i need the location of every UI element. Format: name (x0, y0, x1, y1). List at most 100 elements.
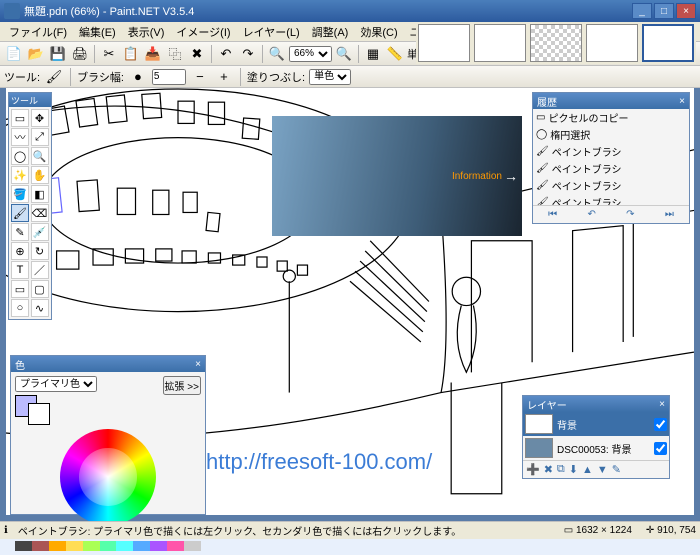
menu-effect[interactable]: 効果(C) (355, 22, 402, 42)
delete-layer-icon[interactable]: ✖ (544, 463, 553, 476)
menu-layer[interactable]: レイヤー(L) (238, 22, 305, 42)
colors-more-button[interactable]: 拡張 >> (163, 376, 201, 395)
tool-ellipse-select[interactable]: ◯ (11, 147, 29, 165)
close-icon[interactable]: × (659, 399, 665, 410)
tool-lasso[interactable]: 〰 (11, 128, 29, 146)
redo-icon[interactable]: ↷ (626, 209, 634, 220)
ruler-icon[interactable]: 📏 (385, 44, 405, 64)
undo-icon[interactable]: ↶ (216, 44, 236, 64)
down-layer-icon[interactable]: ▼ (597, 464, 608, 476)
titlebar[interactable]: 無題.pdn (66%) - Paint.NET V3.5.4 _ □ × (0, 0, 700, 22)
doc-thumb-current[interactable] (642, 24, 694, 62)
tool-eraser[interactable]: ⌫ (31, 204, 49, 222)
history-item[interactable]: ▭ ピクセルのコピー (533, 109, 689, 126)
tool-brush[interactable]: 🖌 (11, 204, 29, 222)
tool-fill[interactable]: 🪣 (11, 185, 29, 203)
paste-icon[interactable]: 📥 (143, 44, 163, 64)
doc-thumb[interactable] (586, 24, 638, 62)
history-item[interactable]: 🖌 ペイントブラシ (533, 143, 689, 160)
tool-freeform[interactable]: ∿ (31, 299, 49, 317)
fill-select[interactable]: 単色 (309, 69, 351, 85)
history-item[interactable]: 🖌 ペイントブラシ (533, 160, 689, 177)
save-icon[interactable]: 💾 (48, 44, 68, 64)
tool-label: ツール: (4, 69, 40, 85)
duplicate-layer-icon[interactable]: ⧉ (557, 463, 565, 476)
layer-props-icon[interactable]: ✎ (612, 463, 621, 476)
tool-rect[interactable]: ▭ (11, 280, 29, 298)
secondary-color-swatch[interactable] (28, 403, 50, 425)
history-item[interactable]: ◯ 楕円選択 (533, 126, 689, 143)
tool-options-bar: ツール: 🖌 ブラシ幅: ● − + 塗りつぶし: 単色 (0, 66, 700, 88)
status-pos: ✛ 910, 754 (646, 525, 696, 536)
tool-pencil[interactable]: ✎ (11, 223, 29, 241)
open-icon[interactable]: 📂 (26, 44, 46, 64)
maximize-button[interactable]: □ (654, 3, 674, 19)
rewind-icon[interactable]: ⏮ (548, 209, 557, 220)
cut-icon[interactable]: ✂ (99, 44, 119, 64)
crop-icon[interactable]: ⿻ (165, 44, 185, 64)
tool-picker[interactable]: 💉 (31, 223, 49, 241)
doc-thumb[interactable] (530, 24, 582, 62)
menu-image[interactable]: イメージ(I) (171, 22, 235, 42)
layer-item[interactable]: DSC00053: 背景 (523, 436, 669, 460)
doc-thumb[interactable] (418, 24, 470, 62)
deselect-icon[interactable]: ✖ (187, 44, 207, 64)
copy-icon[interactable]: 📋 (121, 44, 141, 64)
menu-view[interactable]: 表示(V) (123, 22, 170, 42)
close-button[interactable]: × (676, 3, 696, 19)
add-layer-icon[interactable]: ➕ (526, 463, 540, 476)
history-list[interactable]: ▭ ピクセルのコピー ◯ 楕円選択 🖌 ペイントブラシ 🖌 ペイントブラシ 🖌 … (533, 109, 689, 205)
layers-window[interactable]: レイヤー× 背景 DSC00053: 背景 ➕ ✖ ⧉ ⬇ ▲ ▼ ✎ (522, 395, 670, 479)
layer-visible-checkbox[interactable] (654, 418, 667, 431)
zoom-in-icon[interactable]: 🔍 (334, 44, 354, 64)
history-window[interactable]: 履歴× ▭ ピクセルのコピー ◯ 楕円選択 🖌 ペイントブラシ 🖌 ペイントブラ… (532, 92, 690, 224)
tool-clone[interactable]: ⊕ (11, 242, 29, 260)
menu-edit[interactable]: 編集(E) (74, 22, 121, 42)
menu-adjust[interactable]: 調整(A) (307, 22, 354, 42)
tool-gradient[interactable]: ◧ (31, 185, 49, 203)
merge-layer-icon[interactable]: ⬇ (569, 463, 578, 476)
layer-item[interactable]: 背景 (523, 412, 669, 436)
redo-icon[interactable]: ↷ (238, 44, 258, 64)
brush-width-input[interactable] (152, 69, 186, 85)
history-item[interactable]: 🖌 ペイントブラシ (533, 177, 689, 194)
minimize-button[interactable]: _ (632, 3, 652, 19)
brush-label: ブラシ幅: (77, 69, 124, 85)
color-mode-select[interactable]: プライマリ色 (15, 376, 97, 392)
close-icon[interactable]: × (679, 96, 685, 107)
tool-rect-select[interactable]: ▭ (11, 109, 29, 127)
layer-visible-checkbox[interactable] (654, 442, 667, 455)
menu-file[interactable]: ファイル(F) (4, 22, 72, 42)
tool-icon[interactable]: 🖌 (44, 67, 64, 87)
grid-icon[interactable]: ▦ (363, 44, 383, 64)
tool-move[interactable]: ✥ (31, 109, 49, 127)
tool-wand[interactable]: ✨ (11, 166, 29, 184)
new-icon[interactable]: 📄 (4, 44, 24, 64)
doc-thumb[interactable] (474, 24, 526, 62)
history-item[interactable]: 🖌 ペイントブラシ (533, 194, 689, 205)
zoom-select[interactable]: 66% (289, 46, 332, 62)
tool-recolor[interactable]: ↻ (31, 242, 49, 260)
document-thumbnails (416, 22, 696, 64)
brush-inc-icon[interactable]: + (214, 67, 234, 87)
tool-pan[interactable]: ✋ (31, 166, 49, 184)
up-layer-icon[interactable]: ▲ (582, 464, 593, 476)
palette-row[interactable] (15, 541, 201, 551)
forward-icon[interactable]: ⏭ (665, 209, 674, 220)
undo-icon[interactable]: ↶ (587, 209, 595, 220)
brush-shape-icon[interactable]: ● (128, 67, 148, 87)
tool-line[interactable]: ／ (31, 261, 49, 279)
app-icon (4, 3, 20, 19)
colors-window[interactable]: 色× プライマリ色 拡張 >> (10, 355, 206, 515)
tool-roundrect[interactable]: ▢ (31, 280, 49, 298)
close-icon[interactable]: × (195, 359, 201, 370)
tool-ellipse[interactable]: ○ (11, 299, 29, 317)
brush-dec-icon[interactable]: − (190, 67, 210, 87)
zoom-out-icon[interactable]: 🔍 (267, 44, 287, 64)
tool-move-sel[interactable]: ⤢ (31, 128, 49, 146)
print-icon[interactable]: 🖨 (70, 44, 90, 64)
tool-zoom[interactable]: 🔍 (31, 147, 49, 165)
tools-window[interactable]: ツール ▭ ✥ 〰 ⤢ ◯ 🔍 ✨ ✋ 🪣 ◧ 🖌 ⌫ ✎ 💉 ⊕ ↻ T ／ … (8, 92, 52, 320)
color-wheel[interactable] (60, 429, 156, 525)
tool-text[interactable]: T (11, 261, 29, 279)
